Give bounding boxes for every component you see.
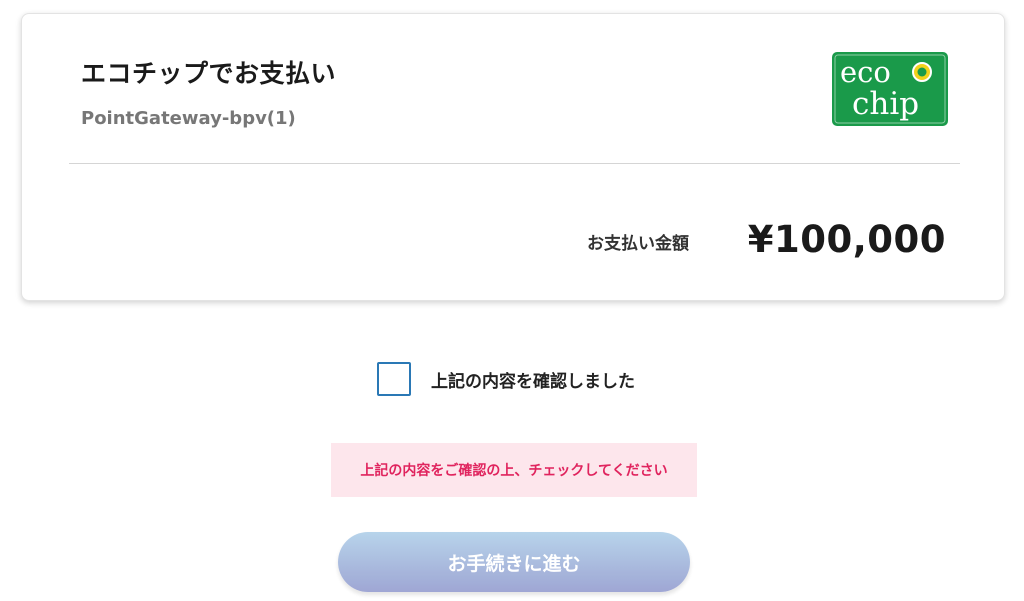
- payment-page: エコチップでお支払い PointGateway-bpv(1) eco chip …: [0, 0, 1024, 601]
- payment-summary-card: エコチップでお支払い PointGateway-bpv(1) eco chip …: [21, 13, 1005, 301]
- proceed-button[interactable]: お手続きに進む: [338, 532, 690, 592]
- logo-text-eco: eco: [840, 55, 891, 89]
- payment-title: エコチップでお支払い: [81, 59, 337, 88]
- card-divider: [69, 163, 960, 164]
- confirm-checkbox[interactable]: [377, 362, 411, 396]
- logo-text-chip: chip: [852, 86, 919, 122]
- error-message: 上記の内容をご確認の上、チェックしてください: [331, 443, 697, 497]
- ecochip-logo: eco chip: [832, 52, 948, 126]
- amount-value: ¥100,000: [747, 218, 946, 261]
- confirm-label[interactable]: 上記の内容を確認しました: [431, 367, 635, 392]
- error-text: 上記の内容をご確認の上、チェックしてください: [360, 463, 668, 479]
- amount-label: お支払い金額: [587, 234, 689, 254]
- logo-coin-inner: [917, 67, 927, 77]
- confirm-row[interactable]: 上記の内容を確認しました: [377, 360, 635, 398]
- merchant-name: PointGateway-bpv(1): [81, 108, 296, 129]
